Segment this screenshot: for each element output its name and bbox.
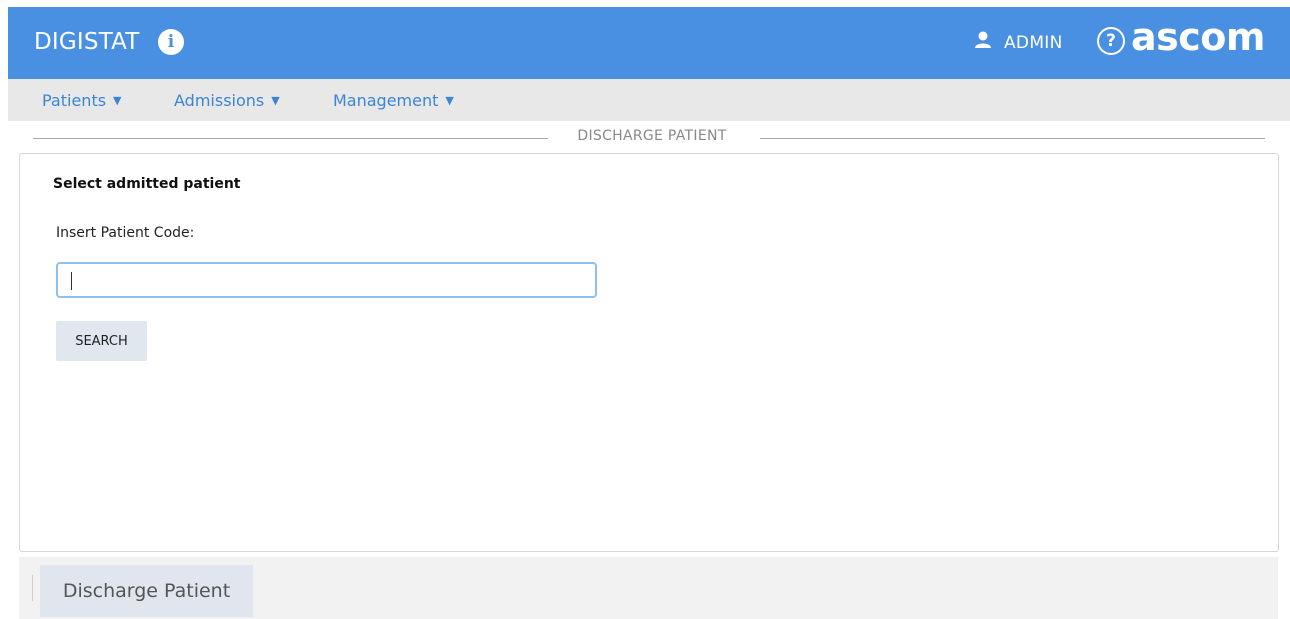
section-divider-left <box>33 138 548 139</box>
footer-divider <box>32 575 33 601</box>
brand-logo: ascom <box>1131 15 1266 59</box>
dropdown-arrow-icon: ▼ <box>113 94 122 107</box>
menu-management[interactable]: Management ▼ <box>333 91 454 110</box>
dropdown-arrow-icon: ▼ <box>445 94 454 107</box>
app-header: DIGISTAT i ADMIN ? ascom <box>8 7 1290 79</box>
menu-management-label: Management <box>333 91 439 110</box>
section-divider-right <box>760 138 1265 139</box>
search-button[interactable]: SEARCH <box>56 321 147 361</box>
section-title: DISCHARGE PATIENT <box>577 128 727 144</box>
menu-admissions-label: Admissions <box>174 91 265 110</box>
help-icon[interactable]: ? <box>1097 27 1125 55</box>
menu-patients[interactable]: Patients ▼ <box>42 91 122 110</box>
patient-code-label: Insert Patient Code: <box>56 225 195 241</box>
menu-patients-label: Patients <box>42 91 107 110</box>
discharge-panel: Select admitted patient Insert Patient C… <box>19 153 1279 552</box>
main-menu: Patients ▼ Admissions ▼ Management ▼ <box>8 79 1290 121</box>
user-name[interactable]: ADMIN <box>1004 33 1063 53</box>
app-title: DIGISTAT <box>34 29 140 55</box>
panel-heading: Select admitted patient <box>53 176 241 192</box>
patient-code-input[interactable] <box>56 262 597 298</box>
text-cursor <box>71 272 72 290</box>
info-icon[interactable]: i <box>158 29 184 55</box>
discharge-patient-tab[interactable]: Discharge Patient <box>40 565 253 617</box>
menu-admissions[interactable]: Admissions ▼ <box>174 91 280 110</box>
user-icon <box>975 31 991 48</box>
footer-bar: Discharge Patient <box>19 557 1278 619</box>
dropdown-arrow-icon: ▼ <box>271 94 280 107</box>
